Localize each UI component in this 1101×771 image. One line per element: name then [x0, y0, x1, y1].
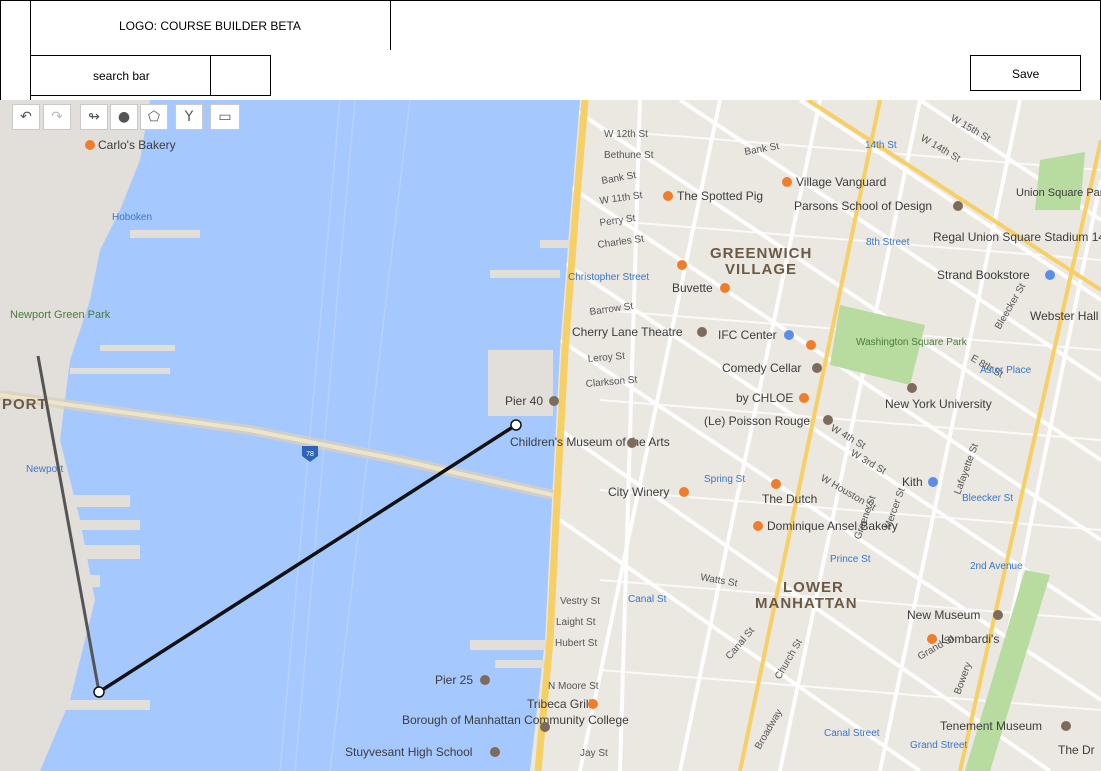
- svg-text:Spring St: Spring St: [704, 474, 745, 485]
- toolbar-left-cell: [0, 50, 31, 101]
- area-label: GREENWICH: [710, 245, 812, 262]
- svg-text:Lombardi's: Lombardi's: [941, 632, 999, 646]
- svg-text:Strand Bookstore: Strand Bookstore: [937, 268, 1030, 282]
- svg-text:14th St: 14th St: [865, 140, 897, 151]
- svg-text:Borough of Manhattan Community: Borough of Manhattan Community College: [402, 713, 629, 727]
- search-input[interactable]: search bar: [30, 55, 211, 96]
- svg-text:Tenement Museum: Tenement Museum: [940, 719, 1042, 733]
- svg-text:Bleecker St: Bleecker St: [962, 493, 1013, 504]
- svg-text:Jay St: Jay St: [580, 748, 608, 759]
- svg-text:Christopher Street: Christopher Street: [568, 272, 649, 283]
- svg-text:Hoboken: Hoboken: [112, 212, 152, 223]
- svg-text:New York University: New York University: [885, 397, 992, 411]
- header-left-cell: [0, 0, 31, 51]
- svg-text:New Museum: New Museum: [907, 608, 980, 622]
- svg-text:The Dr: The Dr: [1058, 743, 1095, 757]
- svg-text:Carlo's Bakery: Carlo's Bakery: [98, 138, 176, 152]
- path-vertex: [510, 419, 522, 431]
- svg-text:Pier 40: Pier 40: [505, 394, 543, 408]
- svg-text:Comedy Cellar: Comedy Cellar: [722, 361, 801, 375]
- svg-text:Union Square Park: Union Square Park: [1016, 187, 1101, 199]
- svg-text:Astor Place: Astor Place: [980, 365, 1032, 376]
- svg-text:Pier 25: Pier 25: [435, 673, 473, 687]
- header-right-cell: [390, 0, 1101, 51]
- svg-text:Prince St: Prince St: [830, 554, 871, 565]
- save-button[interactable]: Save: [970, 55, 1081, 91]
- svg-text:by CHLOE: by CHLOE: [736, 391, 793, 405]
- svg-text:(Le) Poisson Rouge: (Le) Poisson Rouge: [704, 414, 810, 428]
- map-view[interactable]: 78 GREENWICH VILLAGE LOWER MANHATTAN POR…: [0, 100, 1101, 771]
- svg-text:IFC Center: IFC Center: [718, 328, 777, 342]
- svg-text:78: 78: [306, 451, 314, 458]
- svg-text:W 12th St: W 12th St: [604, 129, 648, 140]
- svg-text:Tribeca Grill: Tribeca Grill: [527, 697, 591, 711]
- draw-path-icon[interactable]: ↬: [80, 104, 108, 130]
- svg-text:Stuyvesant High School: Stuyvesant High School: [345, 745, 472, 759]
- area-label: VILLAGE: [725, 261, 797, 278]
- svg-text:Bethune St: Bethune St: [604, 150, 654, 161]
- ruler-icon[interactable]: ▭: [210, 104, 240, 130]
- area-label: LOWER: [783, 579, 844, 596]
- svg-text:Laight St: Laight St: [556, 617, 596, 628]
- search-placeholder: search bar: [93, 69, 150, 83]
- svg-text:Hubert St: Hubert St: [555, 638, 597, 649]
- svg-text:Vestry St: Vestry St: [560, 596, 600, 607]
- svg-text:8th Street: 8th Street: [866, 237, 910, 248]
- svg-text:N Moore St: N Moore St: [548, 681, 599, 692]
- svg-text:Canal Street: Canal Street: [824, 728, 880, 739]
- svg-text:Washington Square Park: Washington Square Park: [856, 337, 968, 348]
- svg-text:2nd Avenue: 2nd Avenue: [970, 561, 1023, 572]
- svg-text:Newport Green Park: Newport Green Park: [10, 309, 111, 321]
- svg-text:Parsons School of Design: Parsons School of Design: [794, 199, 932, 213]
- polygon-icon[interactable]: ⬠: [140, 104, 168, 130]
- redo-icon[interactable]: ↷: [43, 104, 71, 130]
- svg-text:Regal Union Square Stadium 14: Regal Union Square Stadium 14: [933, 230, 1101, 244]
- search-button[interactable]: [210, 55, 271, 96]
- svg-text:Canal St: Canal St: [628, 594, 667, 605]
- map-canvas[interactable]: 78 GREENWICH VILLAGE LOWER MANHATTAN POR…: [0, 100, 1101, 771]
- area-label: PORT: [2, 396, 48, 413]
- svg-text:Webster Hall: Webster Hall: [1030, 309, 1098, 323]
- marker-icon[interactable]: ●: [110, 104, 138, 130]
- logo-text: LOGO: COURSE BUILDER BETA: [119, 19, 301, 33]
- svg-text:The Dutch: The Dutch: [762, 492, 817, 506]
- svg-text:Dominique Ansel Bakery: Dominique Ansel Bakery: [767, 519, 898, 533]
- logo-cell: LOGO: COURSE BUILDER BETA: [30, 0, 391, 51]
- split-icon[interactable]: Y: [175, 104, 203, 130]
- undo-icon[interactable]: ↶: [12, 104, 40, 130]
- svg-text:Buvette: Buvette: [672, 281, 713, 295]
- save-label: Save: [1012, 67, 1040, 81]
- svg-text:Cherry Lane Theatre: Cherry Lane Theatre: [572, 325, 683, 339]
- area-label: MANHATTAN: [755, 595, 858, 612]
- svg-text:The Spotted Pig: The Spotted Pig: [677, 189, 763, 203]
- svg-text:Kith: Kith: [902, 475, 923, 489]
- svg-text:Children's Museum of the Arts: Children's Museum of the Arts: [510, 435, 670, 449]
- svg-text:Grand Street: Grand Street: [910, 740, 967, 751]
- svg-text:City Winery: City Winery: [608, 485, 669, 499]
- svg-text:Village Vanguard: Village Vanguard: [796, 175, 886, 189]
- path-vertex: [93, 686, 105, 698]
